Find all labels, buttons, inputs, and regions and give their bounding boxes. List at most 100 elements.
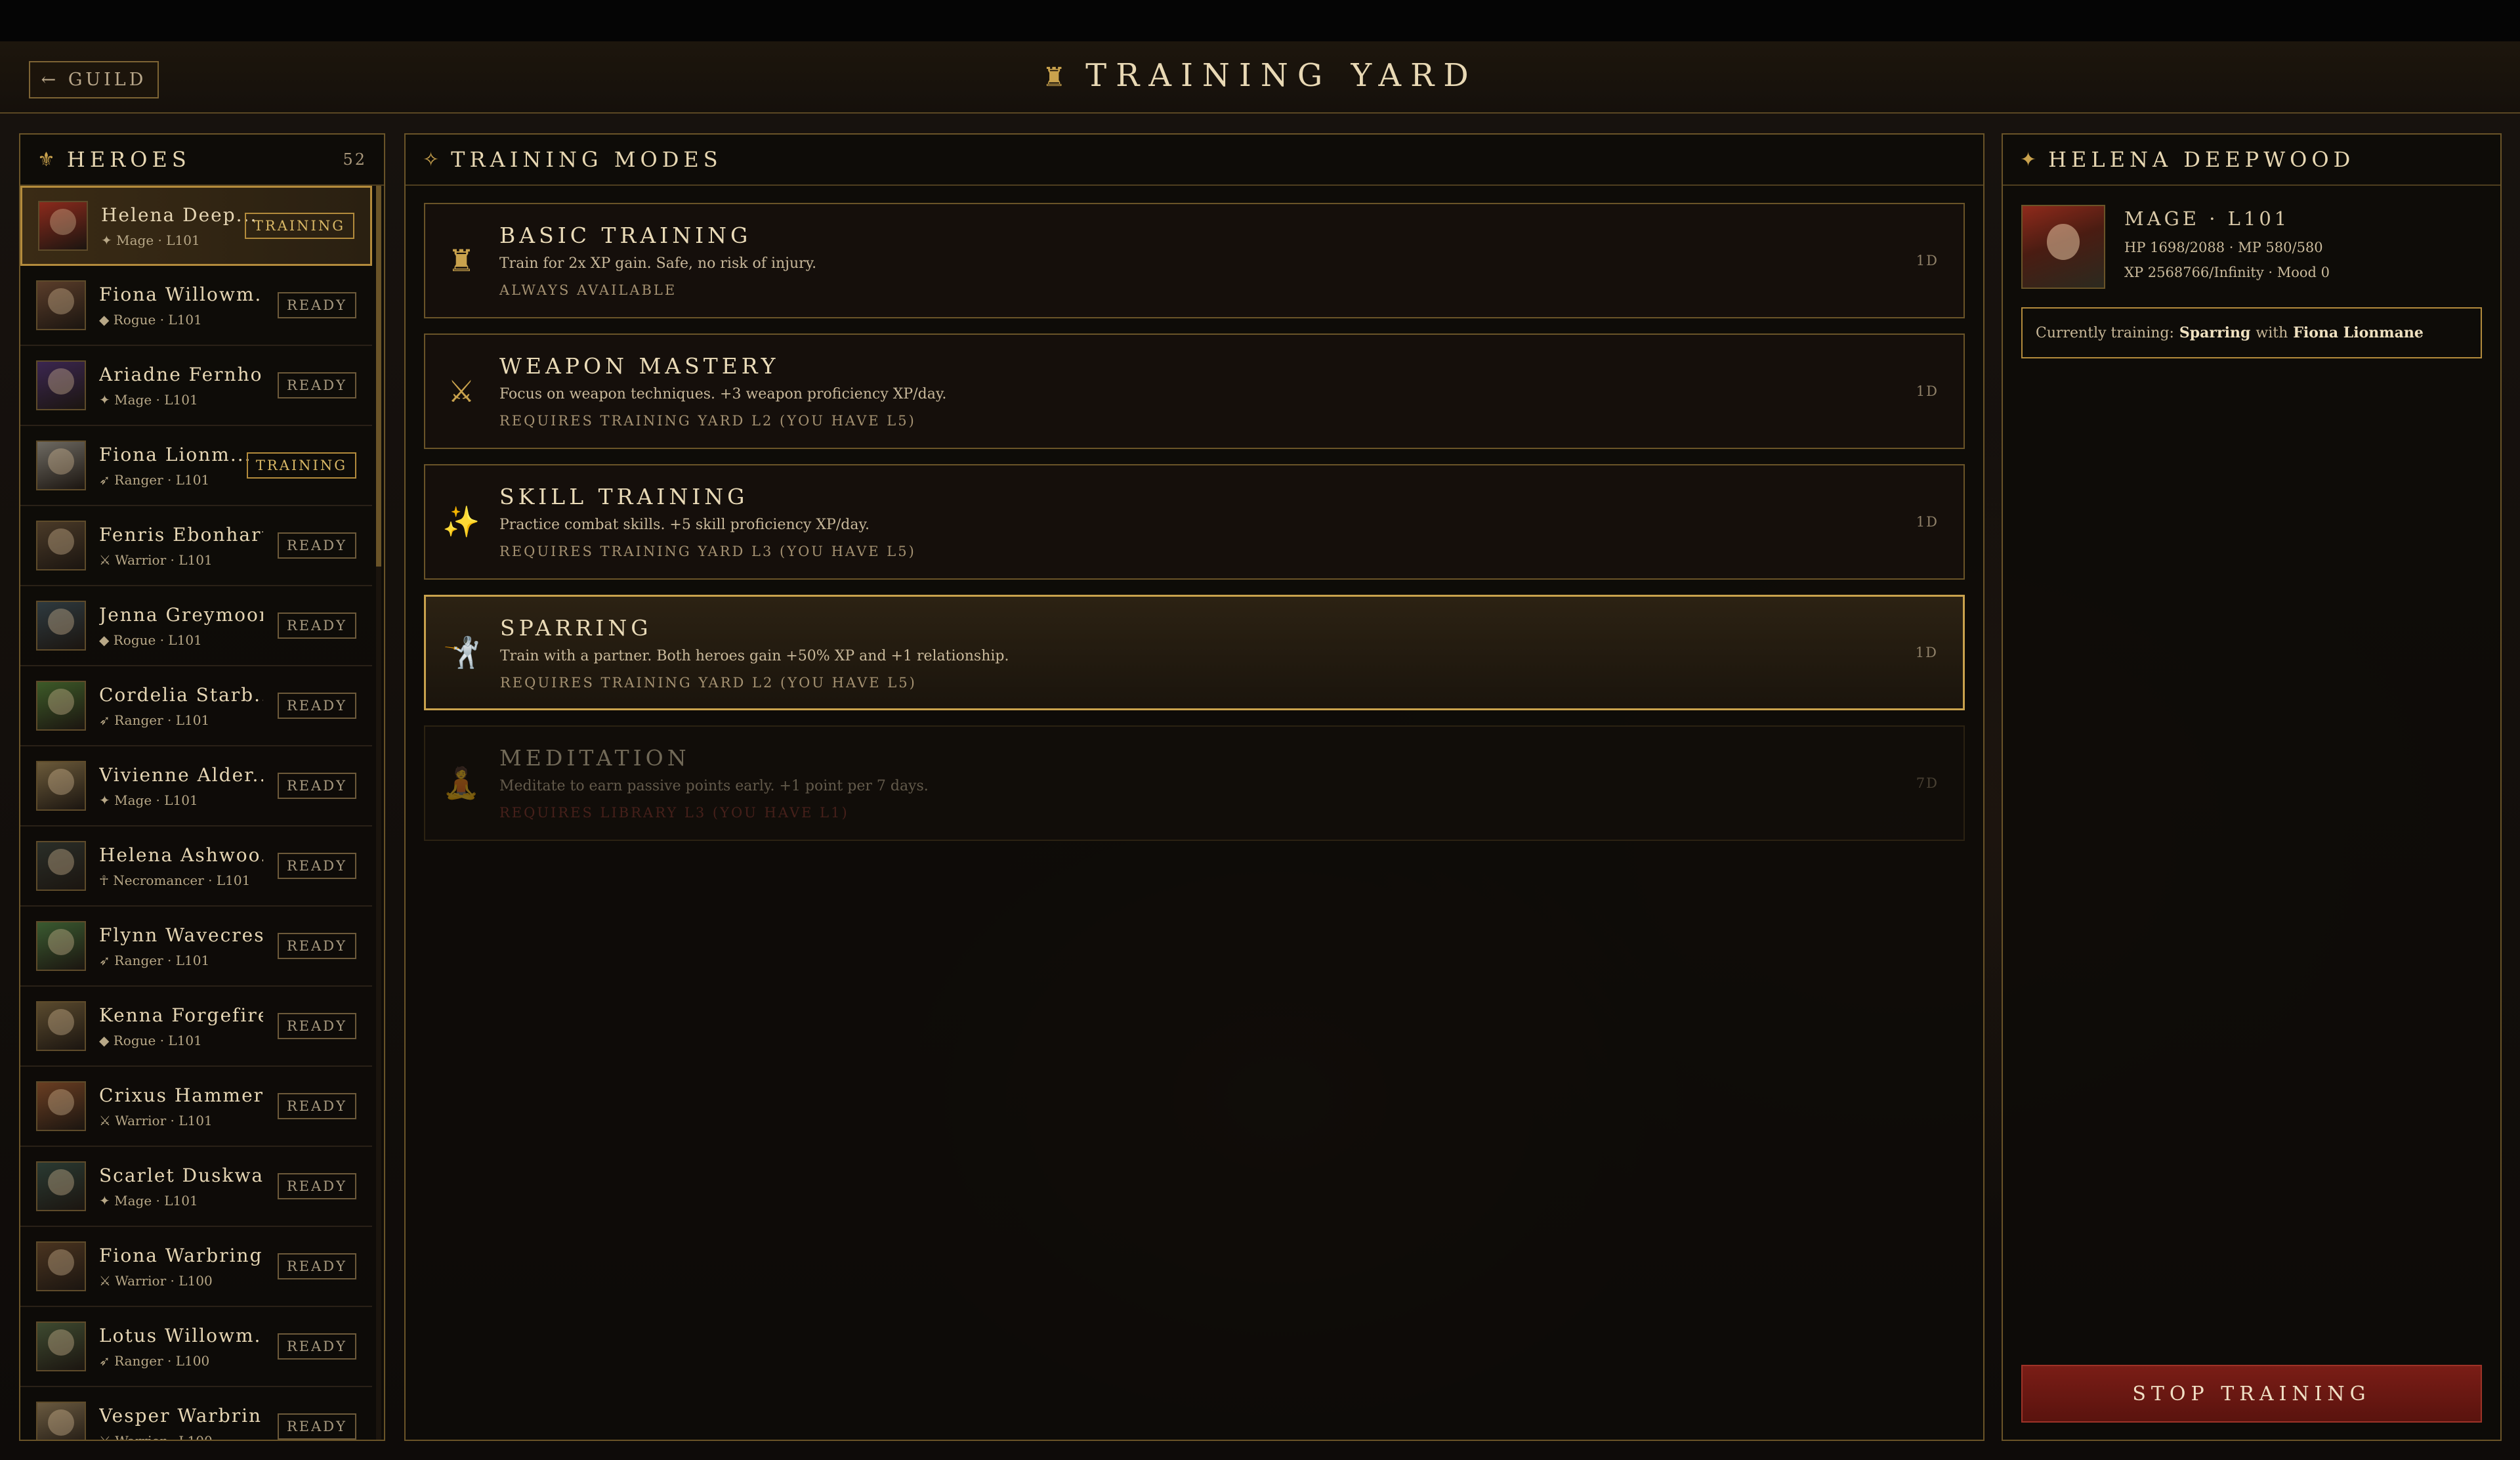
hero-text: Fiona Willowm... ◆ Rogue · L101 [99,284,263,328]
current-training-with: with [2256,324,2288,341]
stop-training-button[interactable]: STOP TRAINING [2021,1365,2482,1423]
hero-row[interactable]: Fiona Willowm... ◆ Rogue · L101 READY [20,266,372,346]
hero-status-badge: TRAINING [246,452,356,479]
hero-status-badge: READY [277,853,356,879]
training-mode-card[interactable]: ✨ SKILL TRAINING Practice combat skills. +… [424,464,1965,580]
heroes-panel-header: ⚜ HEROES 52 [20,135,384,186]
hero-avatar [38,201,88,251]
training-mode-requirement: REQUIRES TRAINING YARD L3 (YOU HAVE L5) [499,544,916,559]
hero-name: Fenris Ebonhart [99,523,263,546]
training-mode-icon: 🤺 [443,634,481,670]
hero-avatar [36,1402,86,1440]
hero-status-badge: READY [277,1253,356,1279]
hero-class-level: ☥ Necromancer · L101 [99,872,251,888]
hero-text: Fenris Ebonhart ⚔ Warrior · L101 [99,524,263,568]
hero-text: Vesper Warbrin... ⚔ Warrior · L100 [99,1404,263,1441]
hero-class-level: ➶ Ranger · L101 [99,712,210,728]
training-mode-card[interactable]: ♜ BASIC TRAINING Train for 2x XP gain. Saf… [424,203,1965,318]
hero-status-badge: READY [277,1333,356,1360]
hero-row[interactable]: Fiona Lionm... ➶ Ranger · L101 TRAINING [20,426,372,506]
hero-status-badge: READY [277,372,356,398]
training-mode-duration: 1D [1916,383,1939,399]
training-mode-title: WEAPON MASTERY [499,353,780,379]
heroes-panel: ⚜ HEROES 52 Helena Deep... ✦ Mage · L101 T… [19,133,385,1441]
current-training-prefix: Currently training: [2036,324,2174,341]
scrollbar-thumb[interactable] [376,186,381,567]
hero-list: Helena Deep... ✦ Mage · L101 TRAINING Fiona… [20,186,372,1441]
hero-name: Crixus Hammerf... [99,1084,263,1106]
hero-row[interactable]: Lotus Willowm... ➶ Ranger · L100 READY [20,1307,372,1387]
hero-row[interactable]: Scarlet Duskwa... ✦ Mage · L101 READY [20,1147,372,1227]
hero-row[interactable]: Crixus Hammerf... ⚔ Warrior · L101 READY [20,1067,372,1147]
hero-text: Helena Ashwoo... ☥ Necromancer · L101 [99,844,263,888]
hero-row[interactable]: Flynn Wavecrest ➶ Ranger · L101 READY [20,907,372,987]
hero-text: Kenna Forgefire ◆ Rogue · L101 [99,1004,263,1048]
hero-status-badge: READY [277,532,356,559]
training-mode-card[interactable]: 🤺 SPARRING Train with a partner. Both hero… [424,595,1965,710]
hero-row[interactable]: Kenna Forgefire ◆ Rogue · L101 READY [20,987,372,1067]
hero-row[interactable]: Vivienne Alder... ✦ Mage · L101 READY [20,746,372,827]
training-modes-panel: ✧ TRAINING MODES ♜ BASIC TRAINING Train fo… [404,133,1984,1441]
hero-row[interactable]: Jenna Greymoor ◆ Rogue · L101 READY [20,586,372,666]
hero-name: Fiona Warbring... [99,1244,263,1266]
hero-name: Vivienne Alder... [99,763,263,786]
hero-name: Flynn Wavecrest [99,924,263,946]
hero-row[interactable]: Fiona Warbring... ⚔ Warrior · L100 READY [20,1227,372,1307]
hero-name: Ariadne Fernho... [99,363,263,385]
training-mode-requirement: REQUIRES TRAINING YARD L2 (YOU HAVE L5) [499,413,916,429]
hero-class-level: ⚔ Warrior · L100 [99,1432,213,1441]
hero-avatar [36,1001,86,1051]
hero-text: Crixus Hammerf... ⚔ Warrior · L101 [99,1084,263,1128]
hero-name: Vesper Warbrin... [99,1404,263,1427]
hero-row[interactable]: Cordelia Starb... ➶ Ranger · L101 READY [20,666,372,746]
hero-avatar [36,280,86,330]
hero-class-level: ◆ Rogue · L101 [99,1032,202,1048]
hero-name: Kenna Forgefire [99,1004,263,1026]
hero-avatar [36,841,86,891]
hero-text: Ariadne Fernho... ✦ Mage · L101 [99,364,263,408]
current-training-partner: Fiona Lionmane [2293,324,2424,341]
hero-status-badge: READY [277,1013,356,1039]
hero-detail-header: ✦ HELENA DEEPWOOD [2003,135,2500,186]
hero-row[interactable]: Vesper Warbrin... ⚔ Warrior · L100 READY [20,1387,372,1441]
hero-row[interactable]: Fenris Ebonhart ⚔ Warrior · L101 READY [20,506,372,586]
training-mode-description: Focus on weapon techniques. +3 weapon pr… [499,386,947,402]
hero-text: Helena Deep... ✦ Mage · L101 [101,204,265,248]
training-mode-icon: 🧘 [442,765,480,801]
heroes-count: 52 [343,150,367,169]
hero-list-scrollbar[interactable] [376,186,381,1440]
hero-row[interactable]: Helena Deep... ✦ Mage · L101 TRAINING [20,186,372,266]
stop-training-label: STOP TRAINING [2132,1382,2371,1406]
hero-class-level: ✦ Mage · L101 [99,391,198,408]
training-mode-card[interactable]: ⚔ WEAPON MASTERY Focus on weapon technique… [424,333,1965,449]
header-bar: ← GUILD ♜ TRAINING YARD [0,41,2520,114]
hero-row[interactable]: Helena Ashwoo... ☥ Necromancer · L101 READ… [20,827,372,907]
hero-avatar [36,440,86,490]
training-mode-requirement: REQUIRES LIBRARY L3 (YOU HAVE L1) [499,805,849,821]
hero-name: Fiona Lionm... [99,443,252,465]
hero-class-level: ◆ Rogue · L101 [99,311,202,328]
hero-class-level: ➶ Ranger · L101 [99,952,210,968]
hero-class-level: ⚔ Warrior · L101 [99,551,213,568]
hero-portrait [2021,205,2105,289]
page-title-text: TRAINING YARD [1085,57,1478,94]
hero-status-badge: READY [277,773,356,799]
fleur-icon: ⚜ [37,148,55,171]
hero-avatar [36,521,86,570]
hero-name: Scarlet Duskwa... [99,1164,263,1186]
hero-row[interactable]: Ariadne Fernho... ✦ Mage · L101 READY [20,346,372,426]
training-mode-description: Meditate to earn passive points early. +… [499,778,929,794]
hero-class-level: ➶ Ranger · L101 [99,471,210,488]
hero-name: Jenna Greymoor [99,603,263,626]
hero-text: Cordelia Starb... ➶ Ranger · L101 [99,684,263,728]
hero-status-badge: READY [277,1413,356,1440]
hero-text: Fiona Warbring... ⚔ Warrior · L100 [99,1245,263,1289]
hero-avatar [36,601,86,651]
page-title: ♜ TRAINING YARD [0,57,2520,94]
sparkle-icon: ✧ [423,148,440,171]
hero-status-badge: READY [277,292,356,318]
training-mode-card[interactable]: 🧘 MEDITATION Meditate to earn passive poin… [424,725,1965,841]
training-mode-duration: 7D [1916,775,1939,791]
hero-avatar [36,1321,86,1371]
hero-text: Flynn Wavecrest ➶ Ranger · L101 [99,924,263,968]
